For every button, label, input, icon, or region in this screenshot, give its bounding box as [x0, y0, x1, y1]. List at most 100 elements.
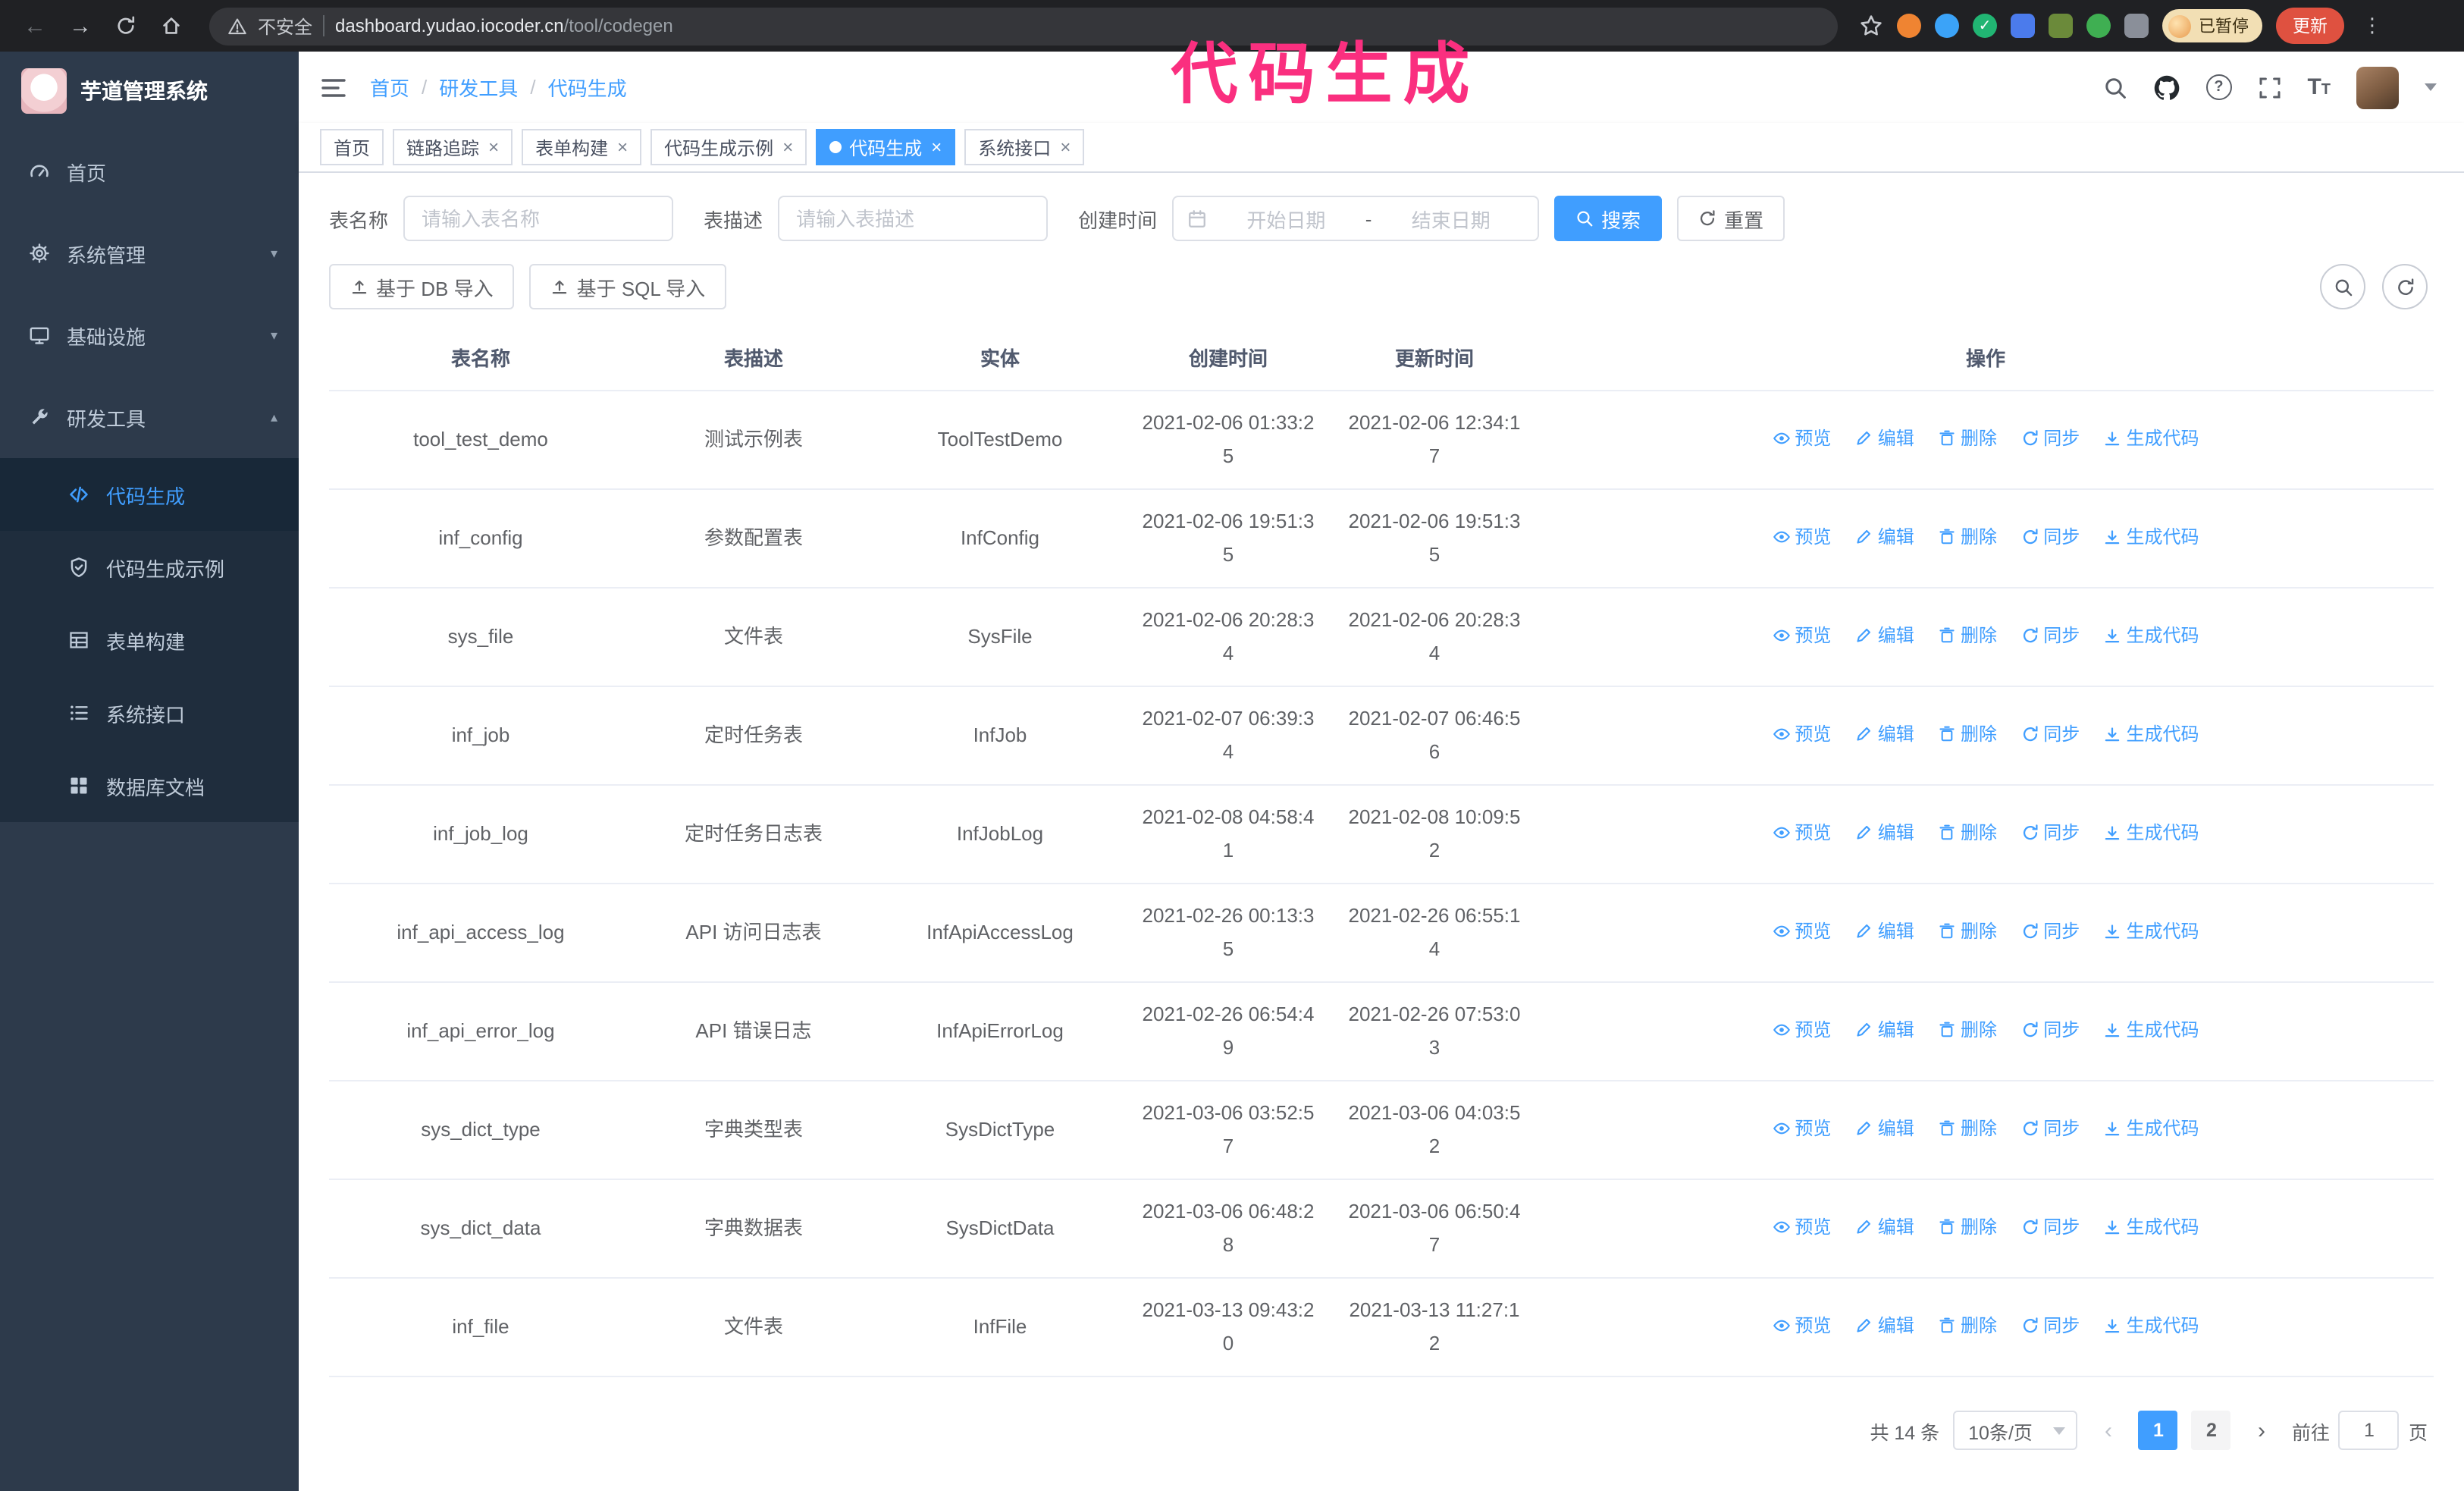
update-button[interactable]: 更新 [2276, 8, 2344, 44]
import-sql-button[interactable]: 基于 SQL 导入 [529, 264, 727, 309]
table-name-input[interactable] [403, 196, 674, 241]
page-size-select[interactable]: 10条/页 [1953, 1411, 2078, 1450]
delete-action[interactable]: 删除 [1938, 717, 1997, 751]
generate-code-action[interactable]: 生成代码 [2104, 1309, 2199, 1342]
home-icon[interactable] [152, 6, 191, 46]
app-logo[interactable]: 芋道管理系统 [0, 52, 299, 130]
prev-page-button[interactable]: ‹ [2092, 1417, 2125, 1443]
edit-action[interactable]: 编辑 [1855, 1013, 1914, 1047]
sync-action[interactable]: 同步 [2020, 915, 2080, 948]
sidebar-item-codegen-example[interactable]: 代码生成示例 [0, 531, 299, 604]
toggle-search-button[interactable] [2320, 264, 2365, 309]
sidebar-item-db-docs[interactable]: 数据库文档 [0, 749, 299, 822]
sidebar-item-infrastructure[interactable]: 基础设施 ▾ [0, 294, 299, 376]
breadcrumb-dev-tools[interactable]: 研发工具 [439, 73, 518, 102]
breadcrumb-home[interactable]: 首页 [370, 73, 409, 102]
close-icon[interactable]: × [488, 137, 499, 158]
page-button-2[interactable]: 2 [2191, 1411, 2231, 1450]
tab-form-builder[interactable]: 表单构建 × [522, 129, 642, 165]
browser-menu-icon[interactable]: ⋮ [2358, 14, 2387, 38]
bookmark-star-icon[interactable] [1859, 14, 1883, 38]
edit-action[interactable]: 编辑 [1855, 520, 1914, 554]
sidebar-item-form-builder[interactable]: 表单构建 [0, 604, 299, 676]
sync-action[interactable]: 同步 [2020, 422, 2080, 455]
preview-action[interactable]: 预览 [1772, 1013, 1831, 1047]
profile-paused-badge[interactable]: 已暂停 [2162, 9, 2262, 42]
search-icon[interactable] [2102, 75, 2127, 99]
generate-code-action[interactable]: 生成代码 [2104, 520, 2199, 554]
generate-code-action[interactable]: 生成代码 [2104, 422, 2199, 455]
forward-arrow-icon[interactable]: → [61, 6, 100, 46]
extension-icon-blue-grid[interactable] [2011, 14, 2035, 38]
generate-code-action[interactable]: 生成代码 [2104, 915, 2199, 948]
extension-icon-blue-drop[interactable] [1935, 14, 1959, 38]
sidebar-item-codegen[interactable]: 代码生成 [0, 458, 299, 531]
sidebar-item-system-api[interactable]: 系统接口 [0, 676, 299, 749]
sidebar-item-home[interactable]: 首页 [0, 130, 299, 212]
end-date-placeholder[interactable]: 结束日期 [1378, 204, 1524, 233]
preview-action[interactable]: 预览 [1772, 619, 1831, 652]
edit-action[interactable]: 编辑 [1855, 422, 1914, 455]
sync-action[interactable]: 同步 [2020, 717, 2080, 751]
preview-action[interactable]: 预览 [1772, 520, 1831, 554]
back-arrow-icon[interactable]: ← [15, 6, 55, 46]
sync-action[interactable]: 同步 [2020, 520, 2080, 554]
sync-action[interactable]: 同步 [2020, 1309, 2080, 1342]
sync-action[interactable]: 同步 [2020, 816, 2080, 849]
delete-action[interactable]: 删除 [1938, 1013, 1997, 1047]
date-range-picker[interactable]: 开始日期 - 结束日期 [1172, 196, 1540, 241]
github-icon[interactable] [2152, 74, 2180, 101]
hamburger-icon[interactable] [320, 74, 347, 101]
generate-code-action[interactable]: 生成代码 [2104, 816, 2199, 849]
close-icon[interactable]: × [1060, 137, 1071, 158]
edit-action[interactable]: 编辑 [1855, 816, 1914, 849]
extension-icon-green-leaf[interactable] [2086, 14, 2111, 38]
delete-action[interactable]: 删除 [1938, 1210, 1997, 1244]
generate-code-action[interactable]: 生成代码 [2104, 619, 2199, 652]
close-icon[interactable]: × [931, 137, 942, 158]
close-icon[interactable]: × [617, 137, 628, 158]
tab-system-api[interactable]: 系统接口 × [964, 129, 1085, 165]
sidebar-item-dev-tools[interactable]: 研发工具 ▴ [0, 376, 299, 458]
sync-action[interactable]: 同步 [2020, 1210, 2080, 1244]
next-page-button[interactable]: › [2245, 1417, 2278, 1443]
edit-action[interactable]: 编辑 [1855, 915, 1914, 948]
edit-action[interactable]: 编辑 [1855, 1210, 1914, 1244]
sidebar-item-system-management[interactable]: 系统管理 ▾ [0, 212, 299, 294]
preview-action[interactable]: 预览 [1772, 717, 1831, 751]
sync-action[interactable]: 同步 [2020, 1112, 2080, 1145]
generate-code-action[interactable]: 生成代码 [2104, 1013, 2199, 1047]
fullscreen-icon[interactable] [2257, 75, 2281, 99]
edit-action[interactable]: 编辑 [1855, 619, 1914, 652]
extension-icon-olive[interactable] [2049, 14, 2073, 38]
delete-action[interactable]: 删除 [1938, 1309, 1997, 1342]
delete-action[interactable]: 删除 [1938, 619, 1997, 652]
sync-action[interactable]: 同步 [2020, 619, 2080, 652]
address-bar[interactable]: 不安全 dashboard.yudao.iocoder.cn/tool/code… [209, 7, 1838, 45]
close-icon[interactable]: × [782, 137, 793, 158]
preview-action[interactable]: 预览 [1772, 915, 1831, 948]
edit-action[interactable]: 编辑 [1855, 1309, 1914, 1342]
preview-action[interactable]: 预览 [1772, 1210, 1831, 1244]
preview-action[interactable]: 预览 [1772, 1112, 1831, 1145]
refresh-table-button[interactable] [2382, 264, 2428, 309]
start-date-placeholder[interactable]: 开始日期 [1213, 204, 1359, 233]
text-size-icon[interactable]: TT [2307, 76, 2331, 99]
delete-action[interactable]: 删除 [1938, 422, 1997, 455]
preview-action[interactable]: 预览 [1772, 1309, 1831, 1342]
tab-codegen-example[interactable]: 代码生成示例 × [650, 129, 807, 165]
delete-action[interactable]: 删除 [1938, 520, 1997, 554]
generate-code-action[interactable]: 生成代码 [2104, 1112, 2199, 1145]
delete-action[interactable]: 删除 [1938, 1112, 1997, 1145]
table-desc-input[interactable] [778, 196, 1049, 241]
generate-code-action[interactable]: 生成代码 [2104, 717, 2199, 751]
edit-action[interactable]: 编辑 [1855, 717, 1914, 751]
delete-action[interactable]: 删除 [1938, 816, 1997, 849]
avatar[interactable] [2356, 66, 2399, 108]
preview-action[interactable]: 预览 [1772, 422, 1831, 455]
delete-action[interactable]: 删除 [1938, 915, 1997, 948]
generate-code-action[interactable]: 生成代码 [2104, 1210, 2199, 1244]
question-icon[interactable]: ? [2205, 74, 2232, 100]
page-button-1[interactable]: 1 [2138, 1411, 2178, 1450]
caret-down-icon[interactable] [2425, 83, 2437, 91]
